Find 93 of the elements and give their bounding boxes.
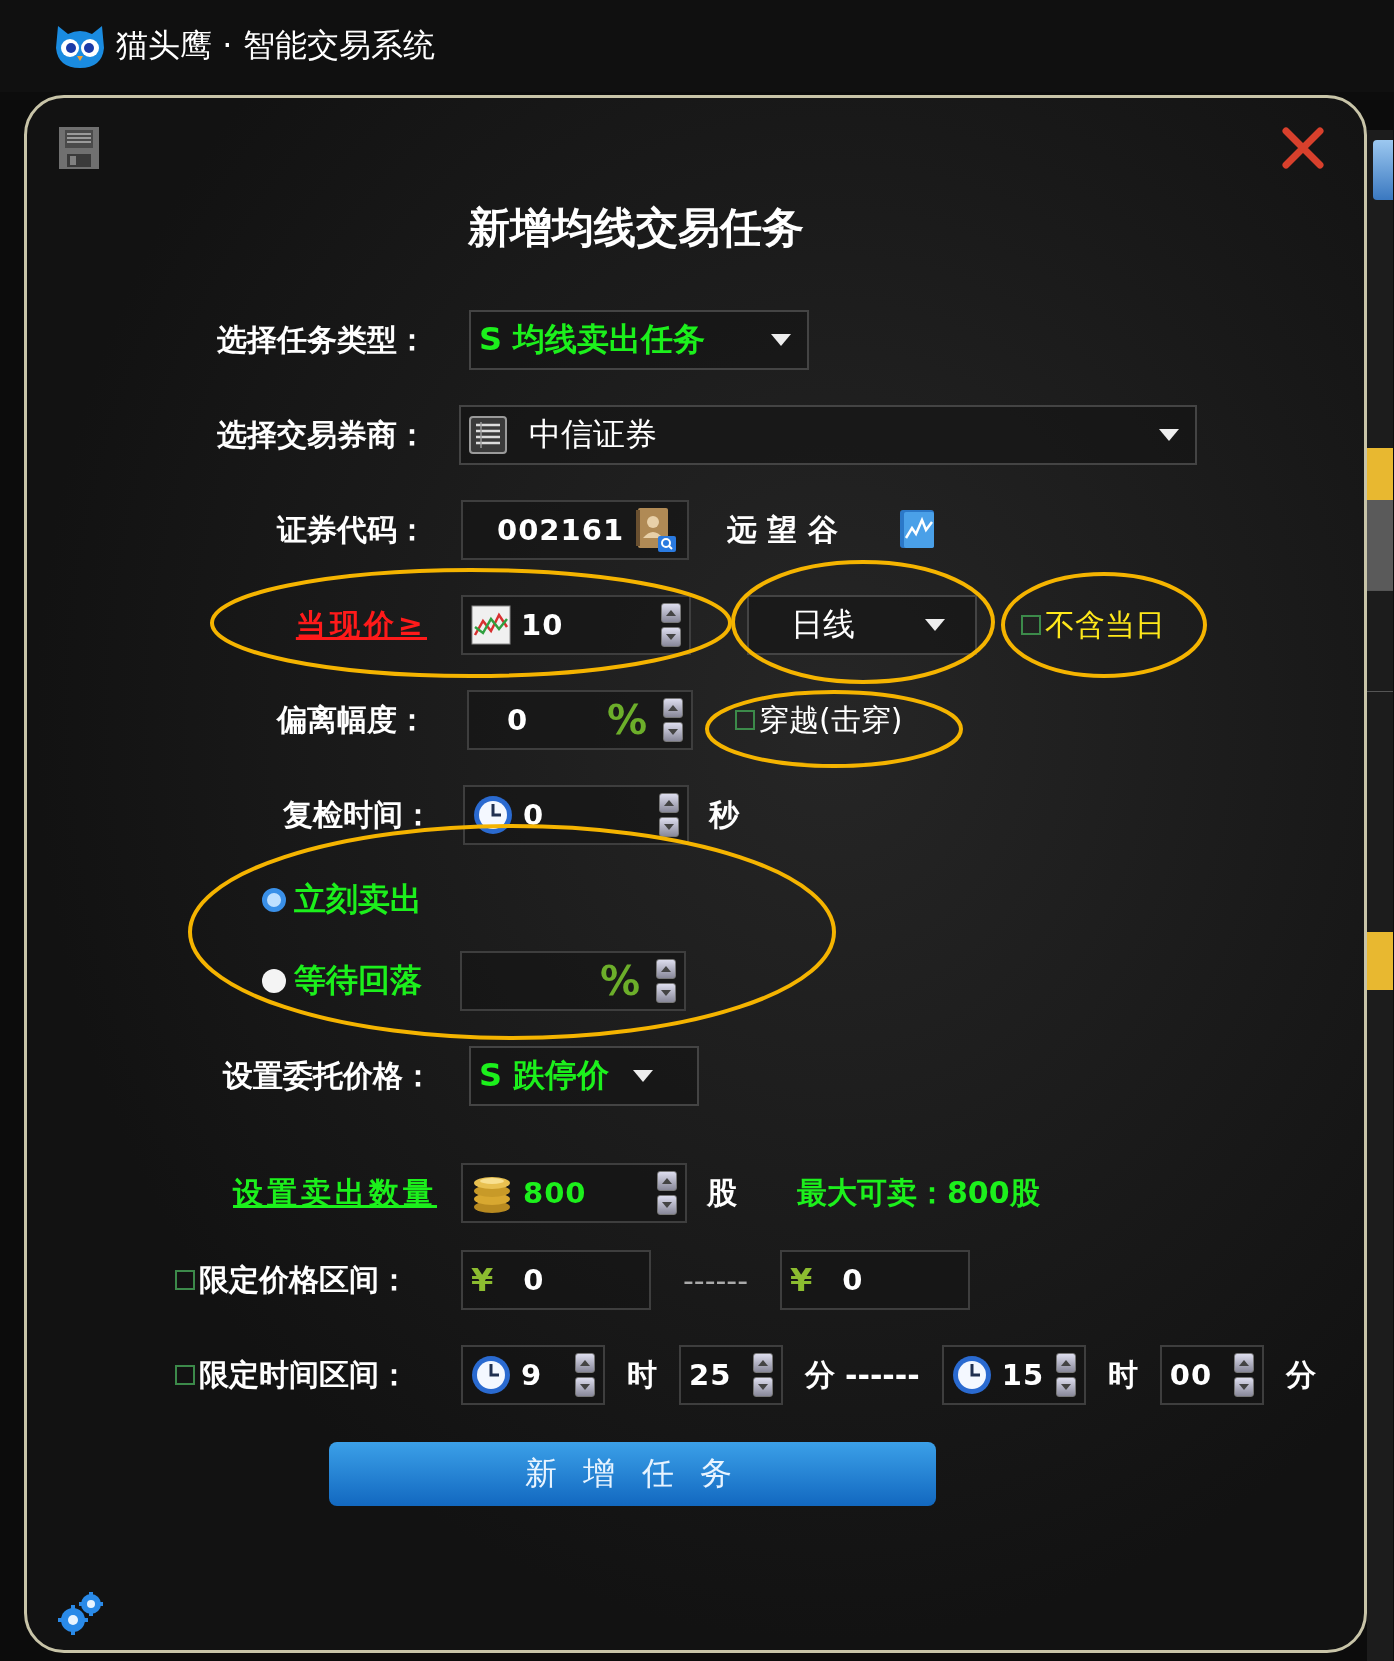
close-icon[interactable] — [1282, 127, 1324, 169]
field-value: 002161 — [497, 513, 625, 547]
radio-button[interactable] — [262, 888, 286, 912]
field-label: 设置委托价格： — [223, 1056, 433, 1095]
time-field[interactable]: 9 — [461, 1345, 605, 1405]
field-value: 0 — [523, 1263, 545, 1297]
order-price-dropdown[interactable]: S 跌停价 — [469, 1046, 699, 1106]
field-value: 10 — [521, 608, 564, 642]
decrement-button[interactable] — [657, 1195, 677, 1215]
clock-icon — [951, 1355, 992, 1395]
decrement-button[interactable] — [575, 1377, 595, 1397]
task-type-dropdown[interactable]: S 均线卖出任务 — [469, 310, 809, 370]
number-field[interactable]: 10 — [461, 595, 691, 655]
increment-button[interactable] — [663, 698, 683, 718]
caret-icon — [1159, 429, 1179, 441]
clock-icon — [473, 795, 513, 835]
checkbox-label: 不含当日 — [1045, 605, 1165, 644]
increment-button[interactable] — [659, 793, 679, 813]
range-separator: ------ — [845, 1357, 920, 1393]
percent-sign: % — [606, 697, 647, 743]
currency-symbol: ¥ — [789, 1261, 813, 1299]
number-field[interactable]: ¥ 0 — [779, 1250, 970, 1310]
time-field[interactable]: 15 — [941, 1345, 1086, 1405]
field-value: 800 — [523, 1176, 587, 1210]
field-value: 0 — [842, 1263, 864, 1297]
field-value: 15 — [1001, 1358, 1045, 1392]
checkbox-square[interactable] — [735, 710, 755, 730]
increment-button[interactable] — [1055, 1353, 1076, 1373]
checkbox-square[interactable] — [175, 1270, 195, 1290]
field-value: 00 — [1169, 1358, 1213, 1392]
number-field[interactable]: % — [460, 951, 686, 1011]
number-field[interactable]: ¥ 0 — [461, 1250, 651, 1310]
checkbox-label: 穿越(击穿) — [759, 700, 903, 739]
time-field[interactable]: 00 — [1159, 1345, 1264, 1405]
dialog-title: 新增均线交易任务 — [467, 203, 804, 252]
decrement-button[interactable] — [753, 1377, 773, 1397]
max-sellable-text: 最大可卖：800股 — [797, 1173, 1040, 1212]
broker-dropdown[interactable]: 中信证券 — [459, 405, 1197, 465]
price-condition-link[interactable]: 当现价≥ — [295, 604, 427, 646]
field-label: 复检时间： — [283, 795, 433, 834]
number-field[interactable]: 800 — [461, 1163, 687, 1223]
percent-sign: % — [599, 958, 640, 1004]
line-chart-icon — [471, 605, 511, 645]
save-icon[interactable] — [57, 125, 101, 171]
clock-icon — [471, 1355, 511, 1395]
caret-icon — [633, 1070, 654, 1082]
caret-icon — [771, 334, 791, 346]
decrement-button[interactable] — [659, 817, 679, 837]
increment-button[interactable] — [657, 1171, 677, 1191]
increment-button[interactable] — [1233, 1353, 1254, 1373]
field-value: 25 — [689, 1358, 732, 1392]
checkbox-label: 限定时间区间： — [199, 1355, 409, 1394]
list-icon — [469, 416, 507, 454]
field-value: 0 — [507, 703, 529, 737]
decrement-button[interactable] — [1233, 1377, 1254, 1397]
currency-symbol: ¥ — [471, 1261, 494, 1299]
checkbox-square[interactable] — [175, 1365, 195, 1385]
unit-label: 秒 — [709, 795, 739, 834]
increment-button[interactable] — [575, 1353, 595, 1373]
option-label: 立刻卖出 — [294, 879, 422, 920]
number-field[interactable]: 0 % — [467, 690, 693, 750]
checkbox-label: 限定价格区间： — [199, 1260, 409, 1299]
option-label: 等待回落 — [294, 960, 422, 1001]
caret-icon — [925, 619, 945, 631]
increment-button[interactable] — [753, 1353, 773, 1373]
decrement-button[interactable] — [1055, 1377, 1076, 1397]
field-value: 9 — [521, 1358, 543, 1392]
stock-name: 远 望 谷 — [727, 510, 838, 549]
unit-label: 分 — [1285, 1355, 1316, 1394]
increment-button[interactable] — [661, 603, 681, 623]
contact-search-icon[interactable] — [634, 506, 679, 554]
checkbox-square[interactable] — [1021, 615, 1041, 635]
unit-label: 分 — [805, 1355, 835, 1394]
app-title: 猫头鹰 · 智能交易系统 — [116, 25, 435, 66]
field-value: 0 — [523, 798, 545, 832]
range-separator: ------ — [683, 1262, 748, 1298]
number-field[interactable]: 0 — [463, 785, 689, 845]
field-label: 选择任务类型： — [217, 320, 427, 359]
decrement-button[interactable] — [661, 627, 681, 647]
time-field[interactable]: 25 — [679, 1345, 783, 1405]
quantity-link[interactable]: 设置卖出数量 — [233, 1172, 437, 1214]
field-label: 证券代码： — [277, 510, 427, 549]
unit-label: 时 — [1107, 1355, 1138, 1394]
unit-label: 股 — [707, 1173, 737, 1212]
stock-code-field[interactable]: 002161 — [461, 500, 689, 560]
radio-button[interactable] — [262, 969, 286, 993]
period-dropdown[interactable]: 日线 — [747, 595, 977, 655]
unit-label: 时 — [627, 1355, 657, 1394]
field-label: 选择交易券商： — [217, 415, 427, 454]
field-label: 偏离幅度： — [277, 700, 427, 739]
decrement-button[interactable] — [663, 722, 683, 742]
increment-button[interactable] — [656, 959, 676, 979]
decrement-button[interactable] — [656, 983, 676, 1003]
